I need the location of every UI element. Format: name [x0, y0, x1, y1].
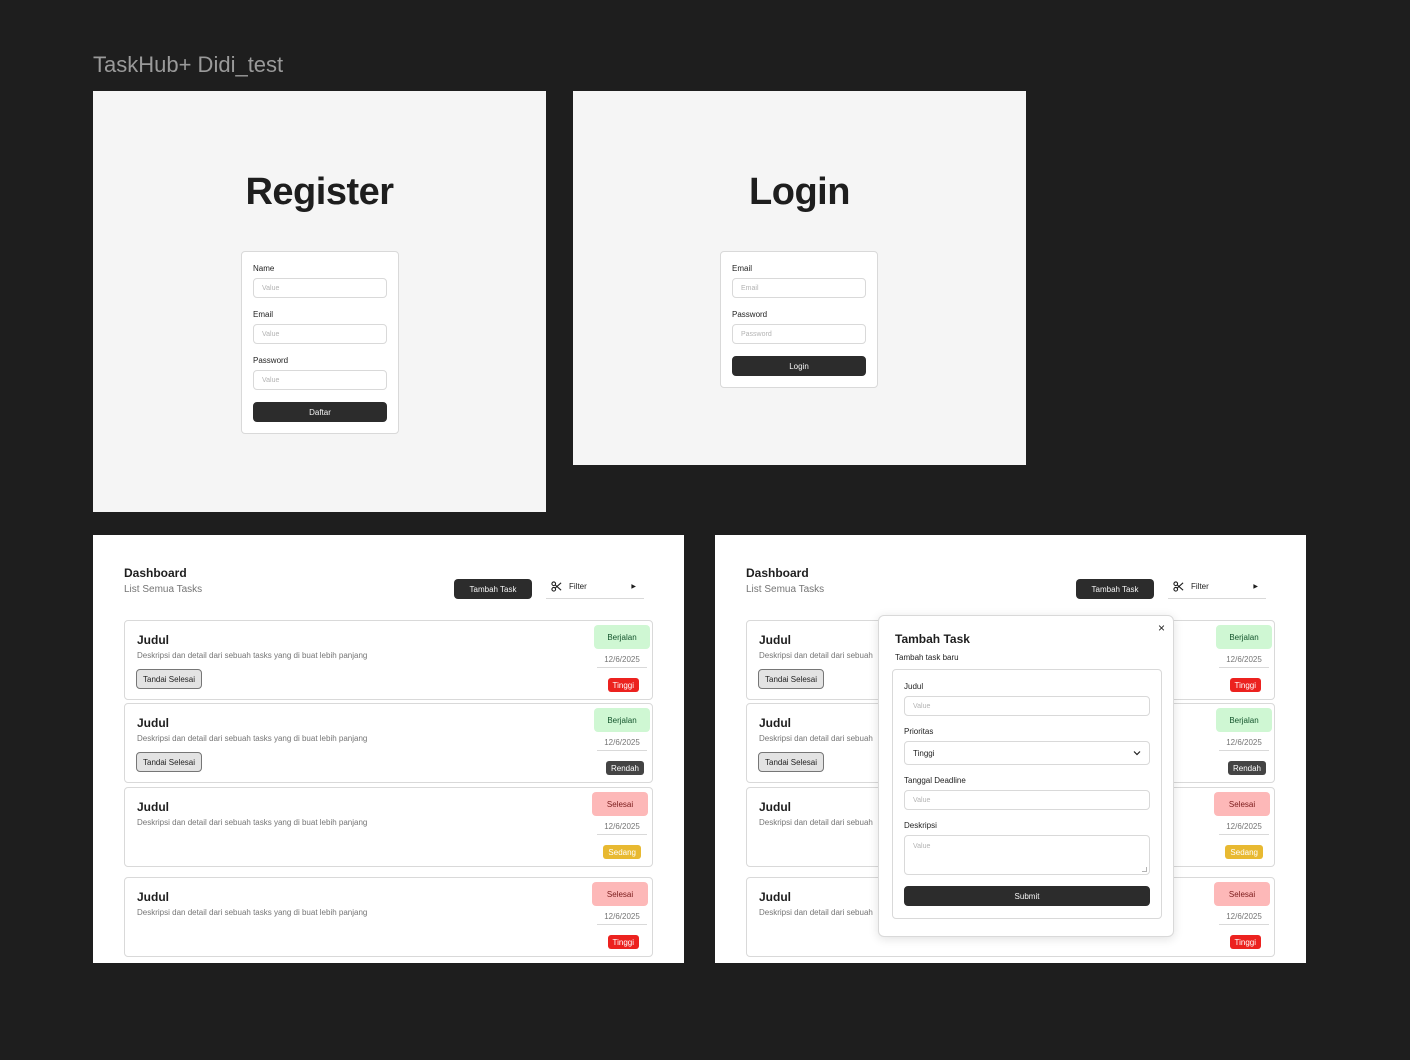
- task-date: 12/6/2025: [1219, 818, 1269, 835]
- page-title: Dashboard: [746, 566, 809, 580]
- password-label: Password: [732, 310, 768, 319]
- task-title: Judul: [137, 716, 169, 730]
- task-card: Judul Deskripsi dan detail dari sebuah t…: [124, 703, 653, 783]
- login-button[interactable]: Login: [732, 356, 866, 376]
- canvas-title: TaskHub+ Didi_test: [93, 52, 284, 77]
- priority-badge: Tinggi: [607, 678, 639, 692]
- login-frame: Login Email Email Password Password Logi…: [573, 91, 1026, 465]
- task-description: Deskripsi dan detail dari sebuah: [759, 818, 873, 827]
- caret-right-icon: ▶: [1253, 583, 1258, 590]
- priority-badge: Tinggi: [607, 935, 639, 949]
- status-badge: Berjalan: [594, 708, 650, 732]
- login-title: Login: [749, 171, 850, 213]
- email-input[interactable]: Email: [732, 278, 866, 298]
- task-date: 12/6/2025: [597, 818, 647, 835]
- task-title: Judul: [759, 800, 791, 814]
- password-input[interactable]: Password: [732, 324, 866, 344]
- task-title: Judul: [759, 633, 791, 647]
- add-task-modal: × Tambah Task Tambah task baru Judul Val…: [878, 615, 1174, 937]
- register-frame: Register Name Value Email Value Password…: [93, 91, 546, 512]
- task-description: Deskripsi dan detail dari sebuah: [759, 734, 873, 743]
- caret-right-icon: ▶: [631, 583, 636, 590]
- priority-badge: Sedang: [603, 845, 641, 859]
- mark-done-button[interactable]: Tandai Selesai: [758, 669, 825, 689]
- email-input[interactable]: Value: [253, 324, 387, 344]
- filter-label: Filter: [569, 581, 587, 591]
- modal-subtitle: Tambah task baru: [895, 653, 959, 662]
- mark-done-button[interactable]: Tandai Selesai: [136, 669, 203, 689]
- task-date: 12/6/2025: [597, 734, 647, 751]
- dashboard-frame: Dashboard List Semua Tasks Tambah Task F…: [93, 535, 684, 963]
- task-description: Deskripsi dan detail dari sebuah: [759, 908, 873, 917]
- filter-label: Filter: [1191, 581, 1209, 591]
- priority-badge: Tinggi: [1229, 935, 1261, 949]
- status-badge: Berjalan: [1216, 625, 1272, 649]
- register-title: Register: [245, 171, 394, 213]
- priority-badge: Sedang: [1225, 845, 1263, 859]
- deskripsi-label: Deskripsi: [904, 821, 937, 830]
- status-badge: Selesai: [1214, 792, 1270, 816]
- deadline-label: Tanggal Deadline: [904, 776, 966, 785]
- mark-done-button[interactable]: Tandai Selesai: [136, 752, 203, 772]
- daftar-button[interactable]: Daftar: [253, 402, 387, 422]
- email-label: Email: [732, 264, 753, 273]
- task-date: 12/6/2025: [1219, 908, 1269, 925]
- task-title: Judul: [759, 716, 791, 730]
- add-task-button[interactable]: Tambah Task: [454, 579, 532, 599]
- deskripsi-textarea[interactable]: Value: [904, 835, 1150, 875]
- judul-label: Judul: [904, 682, 924, 691]
- task-card: Judul Deskripsi dan detail dari sebuah t…: [124, 620, 653, 700]
- scissors-icon: [1173, 580, 1187, 592]
- mark-done-button[interactable]: Tandai Selesai: [758, 752, 825, 772]
- email-label: Email: [253, 310, 274, 319]
- page-subtitle: List Semua Tasks: [124, 584, 203, 595]
- prioritas-value: Tinggi: [913, 748, 935, 758]
- task-description: Deskripsi dan detail dari sebuah tasks y…: [137, 651, 368, 660]
- status-badge: Berjalan: [1216, 708, 1272, 732]
- filter-dropdown[interactable]: Filter ▶: [546, 574, 644, 599]
- status-badge: Berjalan: [594, 625, 650, 649]
- password-input[interactable]: Value: [253, 370, 387, 390]
- task-title: Judul: [759, 890, 791, 904]
- judul-input[interactable]: Value: [904, 696, 1150, 716]
- scissors-icon: [551, 580, 565, 592]
- task-description: Deskripsi dan detail dari sebuah tasks y…: [137, 734, 368, 743]
- password-label: Password: [253, 356, 289, 365]
- status-badge: Selesai: [592, 882, 648, 906]
- page-title: Dashboard: [124, 566, 187, 580]
- deadline-input[interactable]: Value: [904, 790, 1150, 810]
- chevron-down-icon: [1133, 749, 1141, 758]
- page-subtitle: List Semua Tasks: [746, 584, 825, 595]
- priority-badge: Rendah: [605, 761, 644, 775]
- close-icon[interactable]: ×: [1158, 622, 1165, 634]
- priority-badge: Rendah: [1227, 761, 1266, 775]
- modal-title: Tambah Task: [895, 632, 970, 646]
- task-description: Deskripsi dan detail dari sebuah: [759, 651, 873, 660]
- dashboard-modal-frame: Dashboard List Semua Tasks Tambah Task F…: [715, 535, 1306, 963]
- submit-button[interactable]: Submit: [904, 886, 1150, 906]
- task-date: 12/6/2025: [1219, 651, 1269, 668]
- status-badge: Selesai: [592, 792, 648, 816]
- task-description: Deskripsi dan detail dari sebuah tasks y…: [137, 908, 368, 917]
- add-task-form: Judul Value Prioritas Tinggi Tanggal Dea…: [892, 669, 1162, 919]
- task-title: Judul: [137, 800, 169, 814]
- login-card: Email Email Password Password Login: [720, 251, 878, 388]
- task-date: 12/6/2025: [597, 651, 647, 668]
- status-badge: Selesai: [1214, 882, 1270, 906]
- task-card: Judul Deskripsi dan detail dari sebuah t…: [124, 787, 653, 867]
- task-date: 12/6/2025: [597, 908, 647, 925]
- add-task-button[interactable]: Tambah Task: [1076, 579, 1154, 599]
- name-label: Name: [253, 264, 275, 273]
- priority-badge: Tinggi: [1229, 678, 1261, 692]
- filter-dropdown[interactable]: Filter ▶: [1168, 574, 1266, 599]
- task-date: 12/6/2025: [1219, 734, 1269, 751]
- task-title: Judul: [137, 890, 169, 904]
- register-card: Name Value Email Value Password Value Da…: [241, 251, 399, 434]
- name-input[interactable]: Value: [253, 278, 387, 298]
- task-title: Judul: [137, 633, 169, 647]
- prioritas-select[interactable]: Tinggi: [904, 741, 1150, 765]
- task-card: Judul Deskripsi dan detail dari sebuah t…: [124, 877, 653, 957]
- task-description: Deskripsi dan detail dari sebuah tasks y…: [137, 818, 368, 827]
- prioritas-label: Prioritas: [904, 727, 934, 736]
